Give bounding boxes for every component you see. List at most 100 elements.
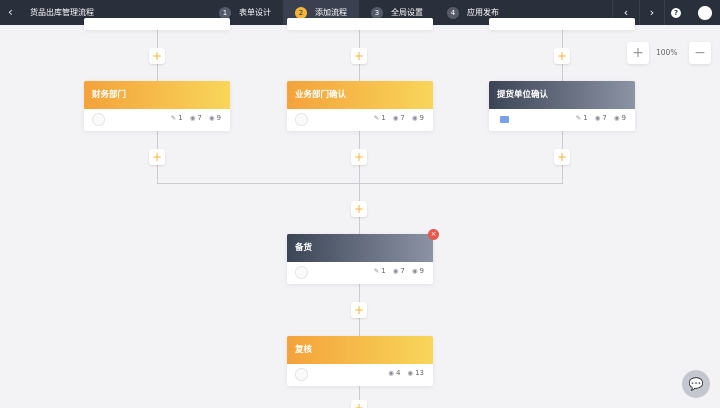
divider [664, 0, 665, 25]
eye-icon: ◉ [594, 114, 601, 122]
stat-see-count: 9 [216, 114, 221, 122]
step-number: 3 [371, 6, 383, 19]
add-node-button[interactable]: + [351, 400, 367, 408]
user-avatar-button[interactable] [695, 0, 715, 25]
eye-icon: ◉ [613, 114, 620, 122]
step-label: 表单设计 [239, 8, 271, 17]
close-icon[interactable]: × [428, 229, 439, 240]
avatar [295, 113, 308, 126]
stat-edit-count: 1 [381, 114, 386, 122]
stat-edit: ✎ 1 [374, 267, 386, 275]
stat-view-count: 4 [395, 369, 401, 377]
flow-node-business-confirm[interactable]: 业务部门确认 ✎ 1 ◉ 7 ◉ 9 [287, 81, 433, 131]
node-stats: ✎ 1 ◉ 7 ◉ 9 [569, 114, 626, 122]
pencil-icon: ✎ [575, 114, 582, 122]
eye-icon: ◉ [392, 267, 399, 275]
stat-see: ◉ 9 [614, 114, 626, 122]
add-node-button[interactable]: + [351, 302, 367, 318]
pencil-icon: ✎ [373, 267, 380, 275]
add-node-button[interactable]: + [351, 149, 367, 165]
stat-see-count: 9 [621, 114, 626, 122]
stat-view: ◉ 7 [190, 114, 202, 122]
app-title: 货品出库管理流程 [30, 8, 94, 17]
stat-edit-count: 1 [381, 267, 386, 275]
step-number: 1 [219, 6, 231, 19]
zoom-level: 100% [656, 48, 678, 57]
mail-icon [500, 116, 509, 123]
avatar [92, 113, 105, 126]
help-icon: ? [671, 7, 681, 18]
flow-node-pickup-confirm[interactable]: 提货单位确认 ✎ 1 ◉ 7 ◉ 9 [489, 81, 635, 131]
node-stats: ✎ 1 ◉ 7 ◉ 9 [367, 267, 424, 275]
stat-view-count: 7 [197, 114, 202, 122]
node-body: ✎ 1 ◉ 7 ◉ 9 [287, 109, 433, 131]
node-body: ✎ 1 ◉ 7 ◉ 9 [489, 109, 635, 131]
flow-node-partial[interactable] [489, 18, 635, 30]
node-title: 财务部门 [84, 81, 230, 109]
add-node-button[interactable]: + [554, 48, 570, 64]
chat-icon[interactable]: 💬 [682, 370, 710, 398]
step-label: 添加流程 [315, 8, 347, 17]
node-stats: ◉ 4 ◉ 13 [381, 369, 424, 377]
flow-node-review[interactable]: 复核 ◉ 4 ◉ 13 [287, 336, 433, 386]
node-title: 提货单位确认 [489, 81, 635, 109]
add-node-button[interactable]: + [149, 149, 165, 165]
eye-icon: ◉ [411, 114, 418, 122]
eye-icon: ◉ [411, 267, 418, 275]
avatar [295, 368, 308, 381]
eye-icon: ◉ [208, 114, 215, 122]
help-button[interactable]: ? [668, 0, 684, 25]
flow-node-finance[interactable]: 财务部门 ✎ 1 ◉ 7 ◉ 9 [84, 81, 230, 131]
node-body: ◉ 4 ◉ 13 [287, 364, 433, 386]
step-number: 4 [447, 6, 459, 19]
node-body: ✎ 1 ◉ 7 ◉ 9 [84, 109, 230, 131]
chevron-right-icon[interactable]: › [640, 0, 664, 25]
stat-edit: ✎ 1 [576, 114, 588, 122]
stat-see-count: 9 [419, 114, 424, 122]
step-label: 全局设置 [391, 8, 423, 17]
node-title: 业务部门确认 [287, 81, 433, 109]
stat-see: ◉ 13 [407, 369, 424, 377]
flow-node-partial[interactable] [84, 18, 230, 30]
node-stats: ✎ 1 ◉ 7 ◉ 9 [164, 114, 221, 122]
flow-node-partial[interactable] [287, 18, 433, 30]
add-node-button[interactable]: + [554, 149, 570, 165]
zoom-out-button[interactable]: − [689, 42, 711, 64]
pencil-icon: ✎ [373, 114, 380, 122]
stat-see: ◉ 9 [209, 114, 221, 122]
node-title: 复核 [287, 336, 433, 364]
stat-edit: ✎ 1 [374, 114, 386, 122]
add-node-button[interactable]: + [351, 201, 367, 217]
node-title: 备货 [287, 234, 433, 262]
node-body: ✎ 1 ◉ 7 ◉ 9 [287, 262, 433, 284]
stat-view-count: 7 [400, 114, 405, 122]
add-node-button[interactable]: + [149, 48, 165, 64]
zoom-in-button[interactable]: + [627, 42, 649, 64]
avatar [698, 5, 712, 20]
stat-view: ◉ 7 [393, 114, 405, 122]
stat-edit: ✎ 1 [171, 114, 183, 122]
chevron-left-icon[interactable]: ‹ [8, 5, 13, 19]
eye-icon: ◉ [407, 369, 414, 377]
stat-view-count: 7 [400, 267, 405, 275]
step-number: 2 [295, 6, 307, 19]
stat-edit-count: 1 [178, 114, 183, 122]
eye-icon: ◉ [189, 114, 196, 122]
step-label: 应用发布 [467, 8, 499, 17]
stat-view-count: 7 [602, 114, 607, 122]
stat-see-count: 13 [415, 369, 424, 377]
eye-icon: ◉ [392, 114, 399, 122]
stat-see: ◉ 9 [412, 114, 424, 122]
flow-node-prepare[interactable]: 备货 ✎ 1 ◉ 7 ◉ 9 × [287, 229, 439, 284]
eye-icon: ◉ [388, 369, 394, 377]
avatar [295, 266, 308, 279]
node-stats: ✎ 1 ◉ 7 ◉ 9 [367, 114, 424, 122]
pencil-icon: ✎ [170, 114, 177, 122]
connector-line [157, 183, 563, 184]
stat-see-count: 9 [419, 267, 424, 275]
stat-view: ◉ 4 [388, 369, 400, 377]
add-node-button[interactable]: + [351, 48, 367, 64]
stat-edit-count: 1 [583, 114, 588, 122]
stat-view: ◉ 7 [595, 114, 607, 122]
stat-see: ◉ 9 [412, 267, 424, 275]
